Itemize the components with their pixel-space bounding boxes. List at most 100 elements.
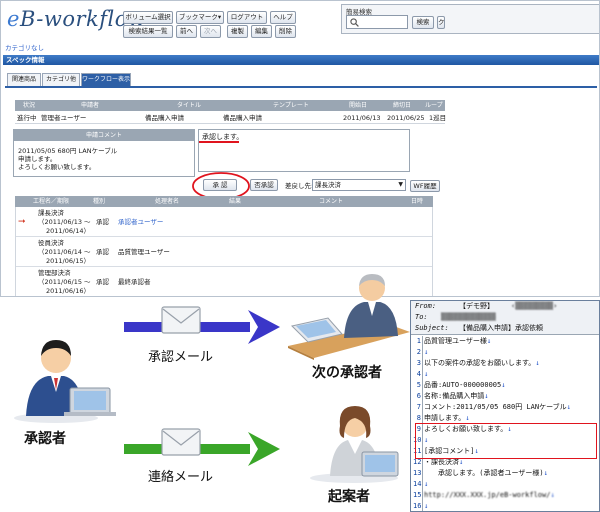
return-mark-icon: ↓ — [424, 370, 429, 378]
table-row: 役員決済 （2011/06/14 ～ 2011/06/15） 承認 品質管理ユー… — [16, 237, 432, 267]
step-type: 承認 — [96, 278, 109, 286]
line-number: 13 — [413, 469, 422, 477]
email-from-label: From: — [415, 302, 437, 310]
edit-button[interactable]: 編集 — [251, 25, 272, 38]
approval-comment-underline — [199, 141, 239, 143]
tab-category[interactable]: カテゴリ他 — [42, 73, 80, 86]
sendback-label: 差戻し先: — [285, 182, 314, 190]
step-processor[interactable]: 承認者ユーザー — [118, 217, 163, 227]
wf-history-button[interactable]: WF履歴 — [410, 180, 440, 192]
line-number: 16 — [413, 502, 422, 510]
email-from-address: ‹▒▒▒▒▒▒▒▒▒› — [511, 302, 558, 310]
table-row: ➞ 課長決済 （2011/06/13 ～ 2011/06/14） 承認 承認者ユ… — [16, 207, 432, 237]
email-line: 2 ↓ — [411, 347, 599, 358]
email-subject-value: 【備品購入申請】承認依頼 — [459, 324, 543, 332]
volume-select-button[interactable]: ボリューム選択 — [123, 11, 173, 24]
email-preview: From: 【デモ野】 ‹▒▒▒▒▒▒▒▒▒› To: ▒▒▒▒▒▒▒▒▒▒▒▒… — [410, 300, 600, 512]
email-from-value: 【デモ野】 — [459, 302, 494, 310]
search-results-button[interactable]: 検索結果一覧 — [123, 25, 173, 38]
col-applicant: 申請者 — [81, 102, 100, 109]
workflow-app-screenshot: eB-workflow ボリューム選択 ブックマーク▾ ログアウト ヘルプ 検索… — [0, 0, 600, 297]
quick-search-panel: 簡易検索 検索 ク — [341, 4, 599, 34]
line-text: 承認します。(承認者ユーザー様)↓ — [424, 469, 548, 477]
spec-info-header: スペック情報 — [3, 55, 599, 65]
step-processor: 品質管理ユーザー — [118, 248, 170, 256]
approval-mail-label: 承認メール — [148, 350, 214, 365]
line-text: コメント:2011/05/05 680円 LANケーブル↓ — [424, 403, 571, 411]
next-approver-person-icon — [288, 274, 410, 360]
flow-title: 備品購入申請 — [145, 114, 184, 122]
return-mark-icon: ↓ — [501, 381, 506, 389]
return-mark-icon: ↓ — [459, 458, 464, 466]
request-comment-header: 申請コメント — [14, 130, 194, 141]
flow-status: 進行中 — [17, 114, 37, 122]
email-line: 7 コメント:2011/05/05 680円 LANケーブル↓ — [411, 402, 599, 413]
applicant-label: 起案者 — [328, 489, 370, 505]
email-to-label: To: — [415, 313, 428, 321]
email-line: 6 名称:備品購入申請↓ — [411, 391, 599, 402]
step-period-end: 2011/06/14） — [46, 227, 90, 235]
prev-button[interactable]: 前へ — [176, 25, 197, 38]
approval-comment-input[interactable]: 承認します。 — [198, 129, 410, 172]
email-line: 13 承認します。(承認者ユーザー様)↓ — [411, 468, 599, 479]
line-number: 2 — [416, 348, 421, 356]
chevron-down-icon: ▼ — [398, 181, 403, 188]
delete-button[interactable]: 削除 — [275, 25, 296, 38]
line-number: 15 — [413, 491, 422, 499]
line-text: http://XXX.XXX.jp/eB-workflow/↓ — [424, 491, 555, 499]
email-line: 15 http://XXX.XXX.jp/eB-workflow/↓ — [411, 490, 599, 501]
line-text: ↓ — [424, 369, 428, 380]
tab-related-products[interactable]: 関連商品 — [7, 73, 41, 86]
quick-search-input[interactable] — [346, 15, 408, 29]
return-mark-icon: ↓ — [486, 337, 492, 345]
line-number: 6 — [416, 392, 421, 400]
line-text: ↓ — [424, 347, 428, 358]
search-icon — [350, 18, 359, 27]
email-line: 16 ↓ — [411, 501, 599, 511]
line-text: 品質管理ユーザー様↓ — [424, 337, 492, 345]
line-number: 3 — [416, 359, 421, 367]
line-text: 以下の案件の承認をお願いします。↓ — [424, 359, 540, 367]
col-loop: ループ — [425, 102, 443, 109]
col-datetime: 日時 — [411, 198, 424, 205]
approver-person-icon — [14, 340, 116, 423]
help-button[interactable]: ヘルプ — [270, 11, 296, 24]
email-header: From: 【デモ野】 ‹▒▒▒▒▒▒▒▒▒› To: ▒▒▒▒▒▒▒▒▒▒▒▒… — [411, 301, 599, 335]
search-button[interactable]: 検索 — [412, 16, 434, 29]
reject-button[interactable]: 否承認 — [250, 179, 278, 191]
return-mark-icon: ↓ — [543, 469, 548, 477]
approval-mail-arrow — [124, 310, 280, 344]
applicant-person-icon — [310, 406, 399, 483]
category-none-link[interactable]: カテゴリなし — [5, 42, 44, 52]
return-mark-icon: ↓ — [484, 392, 489, 400]
email-subject-label: Subject: — [415, 324, 449, 332]
sendback-select[interactable]: 課長決済 ▼ — [312, 179, 406, 191]
return-mark-icon: ↓ — [566, 403, 571, 411]
col-step: 工程名／期限 — [33, 198, 70, 205]
next-button[interactable]: 次へ — [200, 25, 221, 38]
col-start: 開始日 — [349, 102, 368, 109]
contact-mail-label: 連絡メール — [148, 470, 214, 485]
logout-button[interactable]: ログアウト — [227, 11, 267, 24]
search-extra-button[interactable]: ク — [437, 16, 445, 29]
line-text: 品番:AUTO-000000005↓ — [424, 381, 506, 389]
email-to-address: ▒▒▒▒▒▒▒▒▒▒▒▒▒ — [441, 313, 496, 321]
line-number: 1 — [416, 337, 421, 345]
tab-workflow-view[interactable]: ワークフロー表示 — [81, 73, 131, 86]
return-mark-icon: ↓ — [424, 480, 429, 488]
step-period-end: 2011/06/15） — [46, 257, 90, 265]
current-step-arrow-icon: ➞ — [18, 217, 26, 227]
duplicate-button[interactable]: 複製 — [227, 25, 248, 38]
bookmark-button[interactable]: ブックマーク▾ — [176, 11, 224, 24]
envelope-icon — [161, 306, 201, 334]
flow-table-header: 状況 申請者 タイトル テンプレート 開始日 締切日 ループ — [15, 100, 445, 111]
email-subject-row: Subject: 【備品購入申請】承認依頼 — [411, 323, 599, 334]
return-mark-icon: ↓ — [424, 502, 429, 510]
email-to-row: To: ▒▒▒▒▒▒▒▒▒▒▒▒▒ — [411, 312, 599, 323]
email-line: 3 以下の案件の承認をお願いします。↓ — [411, 358, 599, 369]
return-mark-icon: ↓ — [535, 359, 540, 367]
col-title: タイトル — [177, 102, 202, 109]
request-comment-text: 2011/05/05 680円 LANケーブル 申請します。 よろしくお願い致し… — [18, 147, 118, 171]
flow-loop: 1巡目 — [429, 114, 447, 122]
col-template: テンプレート — [273, 102, 309, 109]
